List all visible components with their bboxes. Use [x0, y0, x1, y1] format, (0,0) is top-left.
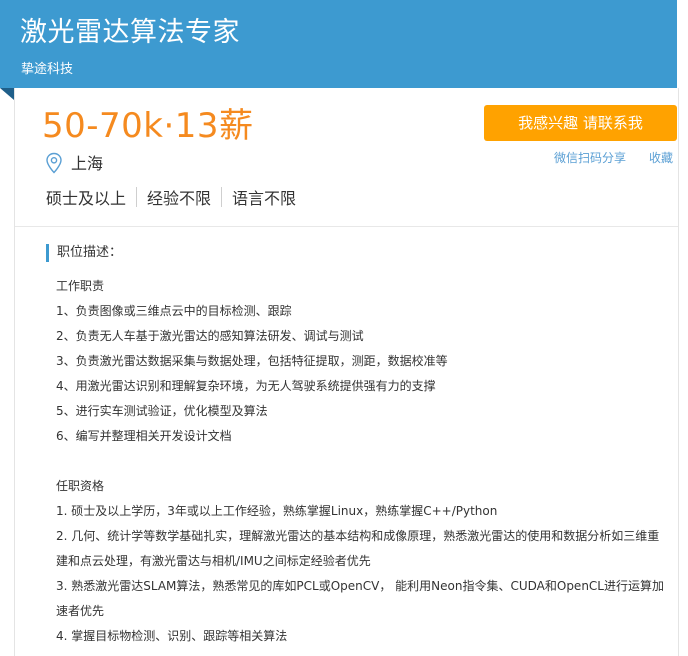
job-detail-card: 50-70k·13薪 上海 硕士及以上 经验不限 语言不限 我感兴趣 请联系我 … — [14, 88, 679, 656]
salary-label: 50-70k·13薪 — [42, 106, 254, 146]
banner-fold-decoration — [0, 88, 14, 100]
education-requirement: 硕士及以上 — [46, 189, 127, 208]
wechat-share-link[interactable]: 微信扫码分享 — [554, 149, 626, 166]
experience-requirement: 经验不限 — [147, 189, 212, 208]
company-name[interactable]: 挚途科技 — [21, 58, 73, 77]
duties-title: 工作职责 — [56, 279, 105, 293]
map-pin-icon — [45, 152, 63, 178]
favorite-link[interactable]: 收藏 — [649, 149, 673, 166]
job-title: 激光雷达算法专家 — [20, 17, 240, 48]
description-heading: 职位描述： — [46, 244, 122, 262]
qualification-item: 1. 硕士及以上学历，3年或以上工作经验，熟练掌握Linux，熟练掌握C++/P… — [56, 504, 498, 518]
qualification-item: 2. 几何、统计学等数学基础扎实，理解激光雷达的基本结构和成像原理，熟悉激光雷达… — [56, 529, 660, 568]
requirements-row: 硕士及以上 经验不限 语言不限 — [46, 185, 296, 209]
duty-item: 6、编写并整理相关开发设计文档 — [56, 429, 232, 443]
duty-item: 2、负责无人车基于激光雷达的感知算法研发、调试与测试 — [56, 329, 364, 343]
duty-item: 5、进行实车测试验证，优化模型及算法 — [56, 404, 268, 418]
qualification-item: 4. 掌握目标物检测、识别、跟踪等相关算法 — [56, 629, 288, 643]
duty-item: 4、用激光雷达识别和理解复杂环境，为无人驾驶系统提供强有力的支撑 — [56, 379, 436, 393]
divider — [221, 187, 223, 207]
qualification-item: 3. 熟悉激光雷达SLAM算法，熟悉常见的库如PCL或OpenCV， 能利用Ne… — [56, 579, 664, 618]
city-label: 上海 — [71, 154, 104, 173]
apply-interest-button[interactable]: 我感兴趣 请联系我 — [484, 105, 677, 141]
divider — [136, 187, 138, 207]
job-header-banner: 激光雷达算法专家 挚途科技 — [0, 0, 677, 88]
description-body: 工作职责 1、负责图像或三维点云中的目标检测、跟踪 2、负责无人车基于激光雷达的… — [56, 274, 666, 649]
duty-item: 1、负责图像或三维点云中的目标检测、跟踪 — [56, 304, 292, 318]
qualifications-title: 任职资格 — [56, 479, 105, 493]
language-requirement: 语言不限 — [232, 189, 297, 208]
job-summary: 50-70k·13薪 上海 硕士及以上 经验不限 语言不限 我感兴趣 请联系我 … — [15, 88, 678, 227]
duty-item: 3、负责激光雷达数据采集与数据处理，包括特征提取，测距，数据校准等 — [56, 354, 448, 368]
